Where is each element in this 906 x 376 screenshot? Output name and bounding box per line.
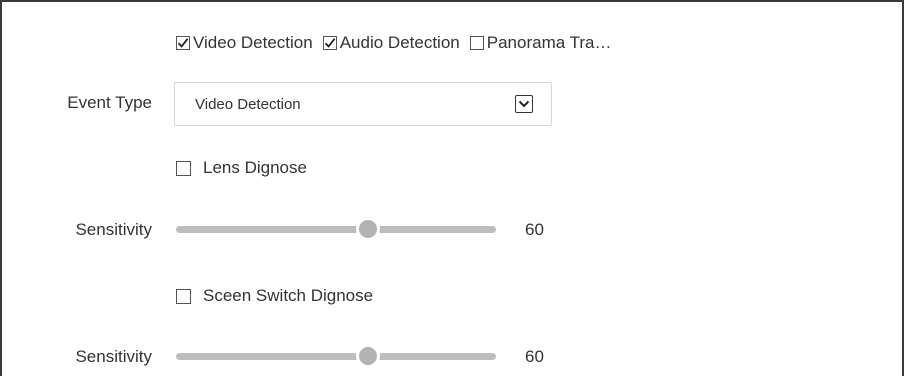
event-type-label: Event Type bbox=[67, 93, 152, 112]
slider-track[interactable] bbox=[176, 353, 496, 360]
video-detection-option[interactable]: Video Detection bbox=[176, 33, 313, 53]
lens-sensitivity-slider[interactable] bbox=[176, 219, 496, 239]
checkmark-icon bbox=[177, 38, 189, 48]
panorama-tracking-checkbox[interactable] bbox=[469, 36, 484, 50]
panorama-tracking-option[interactable]: Panorama Tra… bbox=[469, 33, 612, 53]
audio-detection-checkbox[interactable] bbox=[322, 36, 337, 50]
lens-diagnose-label: Lens Dignose bbox=[203, 158, 307, 177]
video-detection-label: Video Detection bbox=[193, 33, 313, 52]
slider-thumb[interactable] bbox=[359, 220, 377, 238]
screen-switch-sensitivity-value: 60 bbox=[525, 347, 544, 366]
detection-config-panel: Video Detection Audio Detection Panorama… bbox=[0, 0, 904, 376]
screen-switch-diagnose-checkbox[interactable] bbox=[176, 288, 191, 304]
lens-diagnose-option[interactable]: Lens Dignose bbox=[176, 158, 307, 178]
screen-switch-sensitivity-label: Sensitivity bbox=[75, 347, 152, 366]
slider-track[interactable] bbox=[176, 226, 496, 233]
lens-diagnose-checkbox[interactable] bbox=[176, 160, 191, 176]
panorama-tracking-label: Panorama Tra… bbox=[486, 33, 612, 52]
event-type-selected-value: Video Detection bbox=[195, 96, 301, 113]
audio-detection-option[interactable]: Audio Detection bbox=[322, 33, 460, 53]
event-type-select[interactable]: Video Detection bbox=[174, 82, 552, 126]
screen-switch-diagnose-option[interactable]: Sceen Switch Dignose bbox=[176, 286, 373, 306]
screen-switch-sensitivity-slider[interactable] bbox=[176, 346, 496, 366]
checkmark-icon bbox=[324, 38, 336, 48]
video-detection-checkbox[interactable] bbox=[176, 36, 190, 50]
slider-thumb[interactable] bbox=[359, 347, 377, 365]
detection-options-row: Video Detection Audio Detection Panorama… bbox=[176, 32, 621, 54]
lens-sensitivity-value: 60 bbox=[525, 220, 544, 239]
screen-switch-diagnose-label: Sceen Switch Dignose bbox=[203, 286, 374, 305]
lens-sensitivity-label: Sensitivity bbox=[75, 220, 152, 239]
chevron-down-icon[interactable] bbox=[515, 95, 533, 113]
audio-detection-label: Audio Detection bbox=[339, 33, 460, 52]
